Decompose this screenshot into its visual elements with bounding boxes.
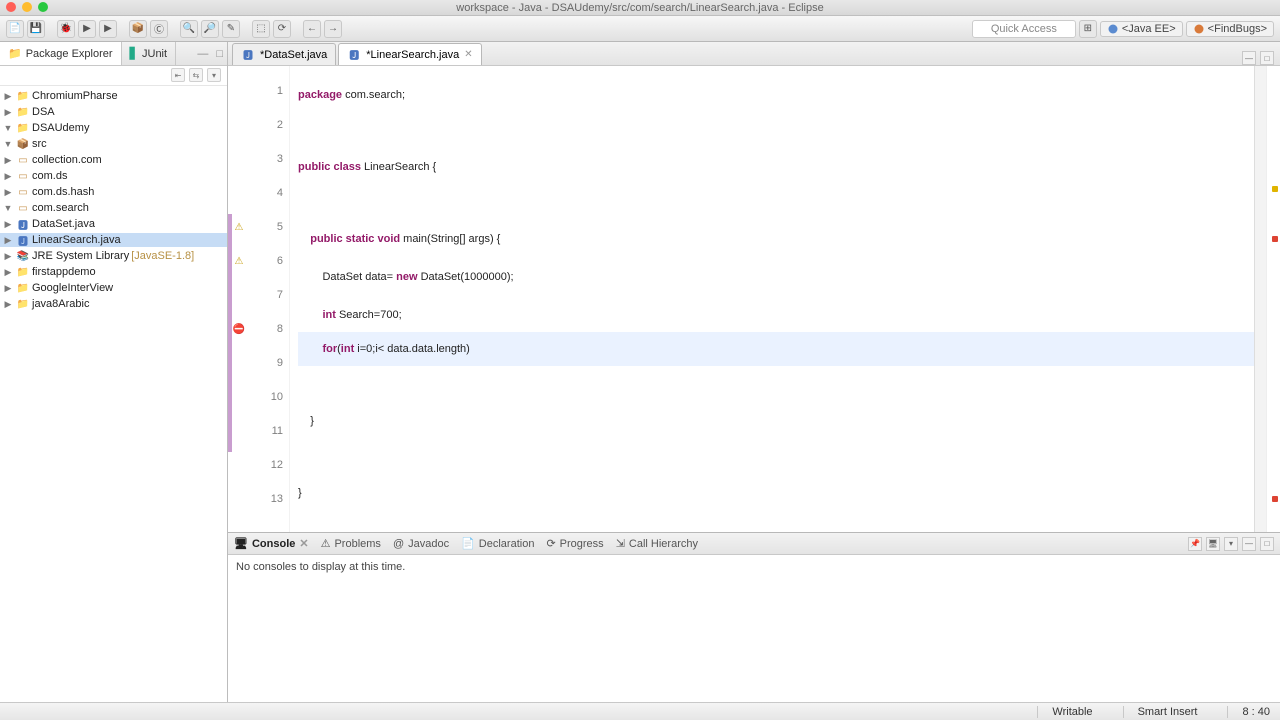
open-perspective-button[interactable]: ⊞ <box>1079 20 1097 38</box>
perspective-findbugs[interactable]: <FindBugs> <box>1186 21 1274 37</box>
editor-minimize-icon[interactable]: — <box>1242 51 1256 65</box>
link-editor-icon[interactable]: ⇆ <box>189 68 203 82</box>
line-number-gutter: 12345678910111213 <box>246 66 290 532</box>
window-title: workspace - Java - DSAUdemy/src/com/sear… <box>456 2 823 14</box>
tab-package-explorer[interactable]: 📁 Package Explorer <box>0 42 122 65</box>
tree-file[interactable]: DataSet.java <box>32 218 95 230</box>
tab-junit[interactable]: ▋JUnit <box>122 42 177 65</box>
display-console-icon[interactable]: 🖥 <box>1206 537 1220 551</box>
tree-file-active[interactable]: LinearSearch.java <box>32 234 121 246</box>
debug-button[interactable]: 🐞 <box>57 20 75 38</box>
view-menu-icon[interactable]: ▾ <box>207 68 221 82</box>
toggle-mark-button[interactable]: ✎ <box>222 20 240 38</box>
console-content: No consoles to display at this time. <box>228 555 1280 702</box>
tree-item[interactable]: java8Arabic <box>32 298 89 310</box>
run-last-button[interactable]: ▶ <box>99 20 117 38</box>
tree-item[interactable]: com.ds.hash <box>32 186 94 198</box>
tree-item[interactable]: collection.com <box>32 154 102 166</box>
status-insert-mode: Smart Insert <box>1123 706 1198 718</box>
close-window-icon[interactable] <box>6 2 16 12</box>
tab-console[interactable]: 🖥 Console ✕ <box>234 537 309 550</box>
tab-call-hierarchy[interactable]: ⇲ Call Hierarchy <box>616 537 698 550</box>
close-tab-icon[interactable]: ✕ <box>464 49 472 60</box>
tree-item[interactable]: com.search <box>32 202 89 214</box>
vertical-scrollbar[interactable] <box>1254 66 1266 532</box>
new-package-button[interactable]: 📦 <box>129 20 147 38</box>
package-explorer-panel: 📁 Package Explorer ▋JUnit — □ ⇤ ⇆ ▾ ▶📁Ch… <box>0 42 228 702</box>
tree-item[interactable]: GoogleInterView <box>32 282 113 294</box>
tree-item[interactable]: DSAUdemy <box>32 122 89 134</box>
traffic-lights <box>6 2 48 12</box>
window-titlebar: workspace - Java - DSAUdemy/src/com/sear… <box>0 0 1280 16</box>
save-button[interactable]: 💾 <box>27 20 45 38</box>
main-toolbar: 📄 💾 🐞 ▶ ▶ 📦 Ⓒ 🔍 🔎 ✎ ⬚ ⟳ ← → Quick Access… <box>0 16 1280 42</box>
tab-javadoc[interactable]: @ Javadoc <box>393 538 449 550</box>
tree-item[interactable]: DSA <box>32 106 55 118</box>
format-button[interactable]: ⬚ <box>252 20 270 38</box>
nav-back-button[interactable]: ← <box>303 20 321 38</box>
open-console-icon[interactable]: ▾ <box>1224 537 1238 551</box>
editor-maximize-icon[interactable]: □ <box>1260 51 1274 65</box>
marker-gutter: ⚠ ⚠ ⛔ <box>232 66 246 532</box>
maximize-view-icon[interactable]: □ <box>212 48 227 60</box>
editor-tab-dataset[interactable]: 🅹*DataSet.java <box>232 43 336 65</box>
minimize-window-icon[interactable] <box>22 2 32 12</box>
refresh-button[interactable]: ⟳ <box>273 20 291 38</box>
status-cursor-position: 8 : 40 <box>1227 706 1270 718</box>
tree-item[interactable]: src <box>32 138 47 150</box>
run-button[interactable]: ▶ <box>78 20 96 38</box>
warning-marker-icon[interactable]: ⚠ <box>232 210 246 244</box>
tab-progress[interactable]: ⟳ Progress <box>546 537 603 550</box>
status-bar: Writable Smart Insert 8 : 40 <box>0 702 1280 720</box>
new-button[interactable]: 📄 <box>6 20 24 38</box>
minimize-view-icon[interactable]: — <box>193 48 212 60</box>
maximize-console-icon[interactable]: □ <box>1260 537 1274 551</box>
pin-console-icon[interactable]: 📌 <box>1188 537 1202 551</box>
editor-area: 🅹*DataSet.java 🅹*LinearSearch.java✕ — □ … <box>228 42 1280 702</box>
tab-problems[interactable]: ⚠ Problems <box>321 537 381 550</box>
error-marker-icon[interactable]: ⛔ <box>232 312 246 346</box>
quick-access-field[interactable]: Quick Access <box>972 20 1076 38</box>
tree-item[interactable]: firstappdemo <box>32 266 96 278</box>
close-icon[interactable]: ✕ <box>299 537 308 550</box>
editor-tab-linearsearch[interactable]: 🅹*LinearSearch.java✕ <box>338 43 481 65</box>
warning-marker-icon[interactable]: ⚠ <box>232 244 246 278</box>
code-editor[interactable]: package com.search; public class LinearS… <box>290 66 1254 532</box>
tree-item[interactable]: JRE System Library <box>32 250 129 262</box>
new-class-button[interactable]: Ⓒ <box>150 20 168 38</box>
bottom-panel: 🖥 Console ✕ ⚠ Problems @ Javadoc 📄 Decla… <box>228 532 1280 702</box>
minimize-console-icon[interactable]: — <box>1242 537 1256 551</box>
tree-item[interactable]: com.ds <box>32 170 67 182</box>
perspective-javaee[interactable]: <Java EE> <box>1100 21 1183 37</box>
search-button[interactable]: 🔎 <box>201 20 219 38</box>
nav-fwd-button[interactable]: → <box>324 20 342 38</box>
tab-declaration[interactable]: 📄 Declaration <box>461 537 534 550</box>
status-writable: Writable <box>1037 706 1092 718</box>
overview-ruler[interactable] <box>1266 66 1280 532</box>
zoom-window-icon[interactable] <box>38 2 48 12</box>
overview-warning-icon[interactable] <box>1272 186 1278 192</box>
tree-item[interactable]: ChromiumPharse <box>32 90 118 102</box>
collapse-all-icon[interactable]: ⇤ <box>171 68 185 82</box>
open-type-button[interactable]: 🔍 <box>180 20 198 38</box>
overview-error-icon[interactable] <box>1272 496 1278 502</box>
overview-error-icon[interactable] <box>1272 236 1278 242</box>
project-tree[interactable]: ▶📁ChromiumPharse ▶📁DSA ▼📁DSAUdemy ▼📦src … <box>0 86 227 702</box>
